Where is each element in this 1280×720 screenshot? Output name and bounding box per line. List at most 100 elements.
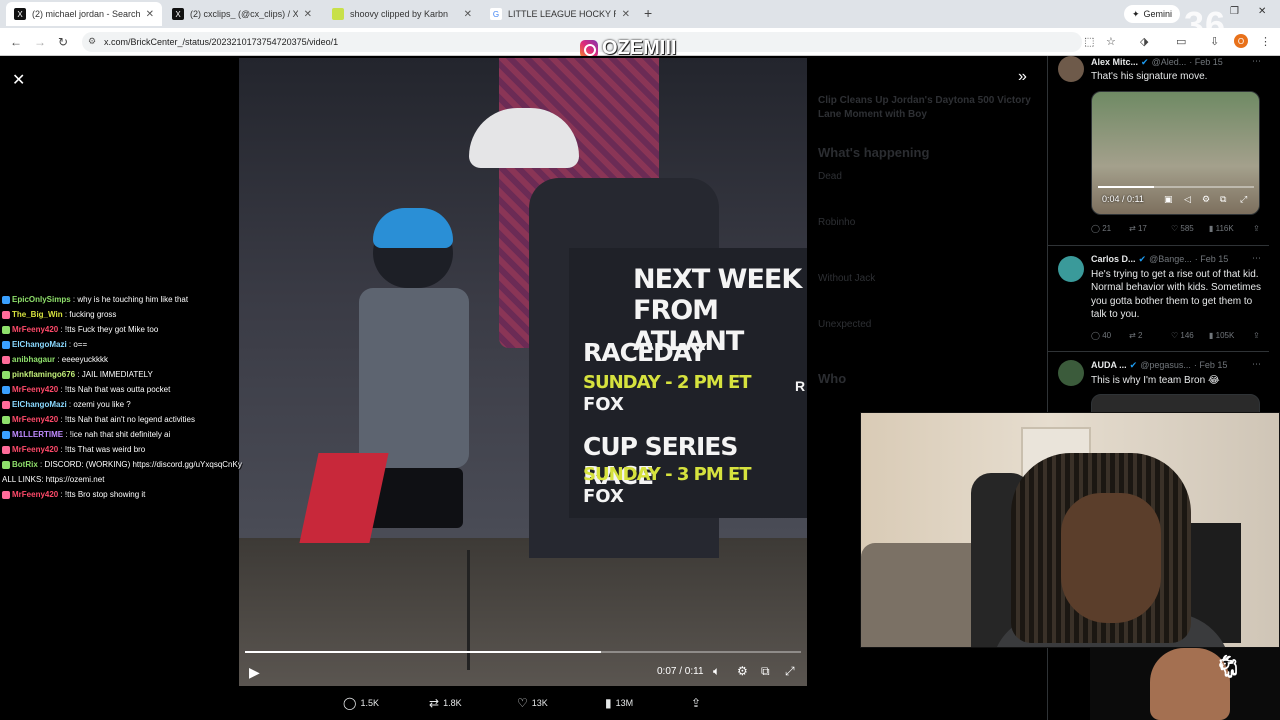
chat-badge-icon [2, 445, 10, 454]
chat-username[interactable]: MrFeeny420 [12, 490, 58, 499]
avatar[interactable] [1058, 360, 1084, 386]
verified-badge-icon: ✔ [1129, 360, 1138, 370]
banner-edge-letter: R [795, 378, 806, 394]
chat-username[interactable]: ElChangoMazi [12, 340, 67, 349]
chat-username[interactable]: BotRix [12, 460, 38, 469]
reply-author[interactable]: Carlos D... [1091, 254, 1136, 265]
reply-handle[interactable]: @Bange... [1149, 254, 1192, 265]
reply-likes[interactable]: ♡ 146 [1171, 331, 1194, 340]
reload-icon[interactable]: ↻ [58, 35, 68, 49]
picture-in-picture-icon[interactable]: ⧉ [1220, 194, 1226, 205]
reply-post[interactable]: Carlos D... ✔ @Bange... · Feb 15 ⋯ He's … [1048, 246, 1269, 352]
chat-username[interactable]: pinkflamingo676 [12, 370, 75, 379]
chat-username[interactable]: MrFeeny420 [12, 415, 58, 424]
trend-item[interactable]: Dead [818, 170, 1038, 184]
fullscreen-icon[interactable]: ⤢ [785, 664, 795, 679]
extensions-icon[interactable]: ⬗ [1140, 35, 1148, 48]
tab-hockey-rink[interactable]: G LITTLE LEAGUE HOCKY RINK Sh ✕ [482, 2, 638, 26]
reply-reposts[interactable]: ⇄ 2 [1129, 331, 1142, 340]
chat-username[interactable]: M1LLERTIME [12, 430, 63, 439]
reply-replies[interactable]: ◯ 40 [1091, 331, 1111, 340]
menu-kebab-icon[interactable]: ⋮ [1260, 35, 1271, 48]
close-icon[interactable]: ✕ [464, 9, 472, 20]
tab-title: shoovy clipped by Karbn [350, 9, 449, 19]
chat-message: EpicOnlySimps : why is he touching him l… [2, 292, 272, 307]
more-options-icon[interactable]: ⋯ [1252, 359, 1261, 370]
avatar[interactable] [1058, 256, 1084, 282]
site-info-icon[interactable]: ⚙ [88, 36, 96, 47]
picture-in-picture-icon[interactable]: ⧉ [761, 664, 770, 679]
video-progress-bar[interactable] [245, 651, 801, 653]
chat-text: ozemi you like ? [73, 400, 131, 409]
reply-video[interactable]: 0:04 / 0:11 ▣ ◁ ⚙ ⧉ ⤢ [1091, 91, 1260, 215]
like-button[interactable]: ♡ 13K [517, 696, 548, 710]
fullscreen-icon[interactable]: ⤢ [1240, 194, 1247, 205]
profile-avatar[interactable]: O [1234, 34, 1248, 48]
chat-message: ElChangoMazi : o== [2, 337, 272, 352]
reply-author[interactable]: Alex Mitc... [1091, 57, 1138, 68]
expand-replies-icon[interactable]: » [1018, 68, 1027, 86]
reply-likes[interactable]: ♡ 585 [1171, 224, 1194, 233]
close-icon[interactable]: ✕ [146, 9, 154, 20]
cast-icon[interactable]: ▭ [1176, 35, 1186, 48]
chat-badge-icon [2, 415, 10, 424]
reply-reposts[interactable]: ⇄ 17 [1129, 224, 1147, 233]
trend-item[interactable]: Robinho [818, 216, 1038, 230]
forward-icon[interactable]: → [34, 35, 46, 49]
close-icon[interactable]: ✕ [622, 9, 630, 20]
x-logo-icon: X [172, 8, 184, 20]
share-button[interactable]: ⇪ [691, 696, 701, 710]
play-icon[interactable]: ▶ [249, 664, 260, 681]
reply-post[interactable]: Alex Mitc... ✔ @Aled... · Feb 15 ⋯ That'… [1048, 56, 1269, 246]
more-options-icon[interactable]: ⋯ [1252, 253, 1261, 264]
volume-icon[interactable]: ◁ [1184, 194, 1191, 205]
reply-author[interactable]: AUDA ... [1091, 360, 1127, 371]
tab-michael-jordan-search[interactable]: X (2) michael jordan - Search / X ✕ [6, 2, 162, 26]
url-text: x.com/BrickCenter_/status/20232101737547… [104, 37, 339, 47]
tab-cxclips[interactable]: X (2) cxclips_ (@cx_clips) / X ✕ [164, 2, 320, 26]
reply-button[interactable]: ◯ 1.5K [343, 696, 379, 710]
reply-handle[interactable]: @Aled... [1152, 57, 1187, 68]
window-close-icon[interactable]: ✕ [1258, 6, 1266, 17]
dimmed-sidebar: Clip Cleans Up Jordan's Daytona 500 Vict… [818, 86, 1038, 396]
chat-username[interactable]: MrFeeny420 [12, 325, 58, 334]
share-icon[interactable]: ⇪ [1253, 224, 1260, 233]
reply-video-progress[interactable] [1098, 186, 1254, 188]
views-button[interactable]: ▮ 13M [605, 696, 633, 710]
chat-username[interactable]: The_Big_Win [12, 310, 63, 319]
close-viewer-icon[interactable]: ✕ [12, 70, 25, 90]
gemini-button[interactable]: ✦ Gemini [1124, 5, 1181, 23]
share-icon[interactable]: ⇪ [1253, 331, 1260, 340]
install-icon[interactable]: ⬚ [1084, 35, 1094, 48]
volume-icon[interactable]: 🔈︎ [713, 664, 720, 679]
settings-gear-icon[interactable]: ⚙ [1202, 194, 1210, 205]
chat-badge-icon [2, 295, 10, 304]
chat-username[interactable]: anibhagaur [12, 355, 55, 364]
trend-item[interactable]: Without Jack [818, 272, 1038, 286]
chat-username[interactable]: MrFeeny420 [12, 385, 58, 394]
chat-text: !tts Bro stop showing it [64, 490, 146, 499]
instagram-icon [580, 39, 598, 58]
bookmark-star-icon[interactable]: ☆ [1106, 35, 1116, 48]
reply-views[interactable]: ▮ 116K [1209, 224, 1234, 233]
close-icon[interactable]: ✕ [304, 9, 312, 20]
settings-gear-icon[interactable]: ⚙ [737, 664, 748, 678]
reply-views[interactable]: ▮ 105K [1209, 331, 1234, 340]
video-player[interactable]: NEXT WEEK FROM ATLANT RACEDAY SUNDAY - 2… [239, 58, 807, 686]
more-options-icon[interactable]: ⋯ [1252, 56, 1261, 67]
trend-item[interactable]: Unexpected [818, 318, 1038, 332]
downloads-icon[interactable]: ⇩ [1210, 35, 1219, 48]
avatar[interactable] [1058, 56, 1084, 82]
heart-icon: ♡ [517, 696, 528, 710]
new-tab-button[interactable]: + [644, 5, 652, 21]
chat-username[interactable]: MrFeeny420 [12, 445, 58, 454]
repost-button[interactable]: ⇄ 1.8K [429, 696, 462, 710]
tab-shoovy-clip[interactable]: shoovy clipped by Karbn ✕ [324, 2, 480, 26]
reply-replies[interactable]: ◯ 21 [1091, 224, 1111, 233]
reply-handle[interactable]: @pegasus... [1140, 360, 1191, 371]
chat-username[interactable]: EpicOnlySimps [12, 295, 71, 304]
back-icon[interactable]: ← [10, 35, 22, 49]
maximize-icon[interactable]: ❐ [1230, 6, 1239, 17]
chat-username[interactable]: ElChangoMazi [12, 400, 67, 409]
captions-icon[interactable]: ▣ [1164, 194, 1173, 205]
